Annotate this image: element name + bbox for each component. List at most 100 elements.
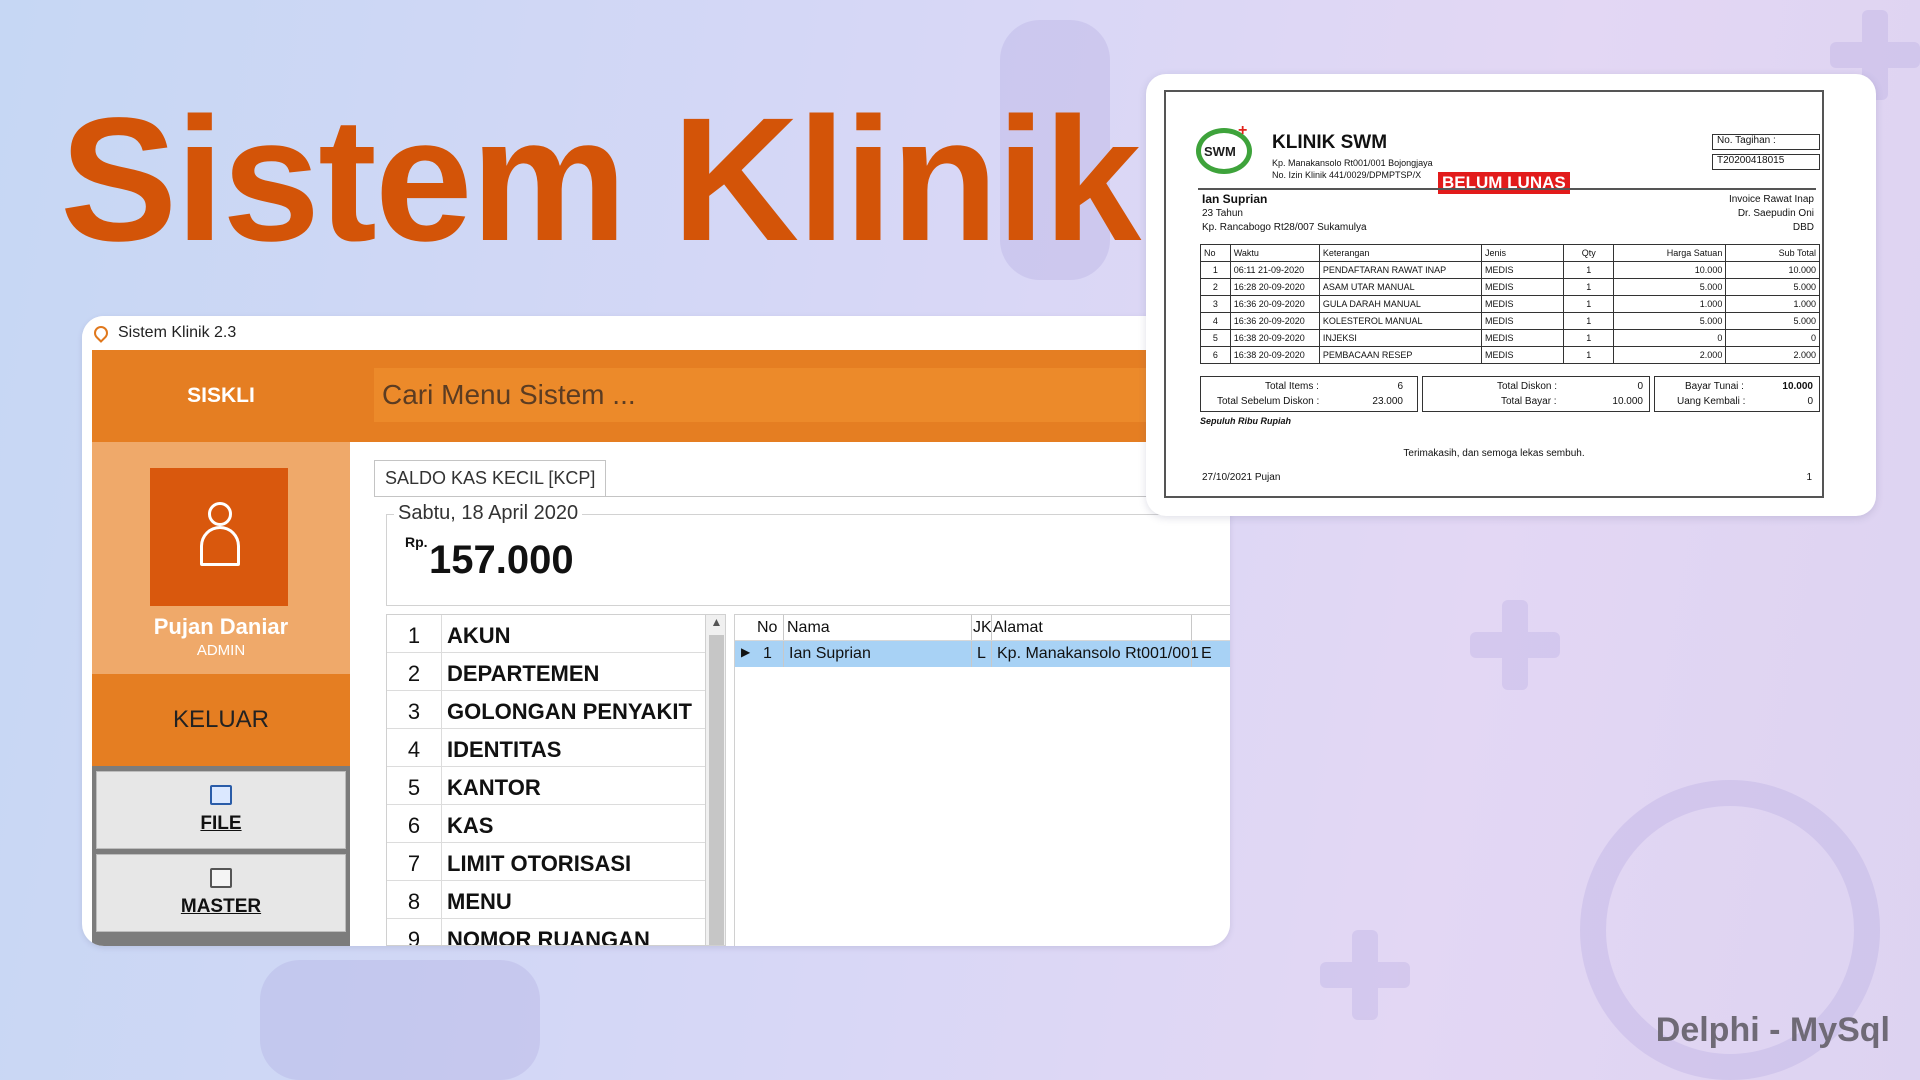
- summary-discount-box: Total Diskon : 0 Total Bayar : 10.000: [1422, 376, 1650, 412]
- table-row: 5 16:38 20-09-2020 INJEKSI MEDIS 1 0 0: [1200, 329, 1820, 347]
- cell: 1: [1200, 261, 1231, 279]
- list-item-label: IDENTITAS: [447, 737, 562, 762]
- grid-header-alamat[interactable]: Alamat: [993, 619, 1043, 637]
- list-item[interactable]: 1 AKUN: [387, 615, 725, 653]
- list-item-label: KANTOR: [447, 775, 541, 800]
- grid-header-nama[interactable]: Nama: [787, 619, 830, 637]
- cell: PENDAFTARAN RAWAT INAP: [1318, 261, 1482, 279]
- cell: 4: [1200, 312, 1231, 330]
- cell: 16:38 20-09-2020: [1229, 329, 1320, 347]
- list-scrollbar[interactable]: ▲: [705, 615, 725, 945]
- cell: 1: [1563, 312, 1615, 330]
- cell: 5.000: [1725, 278, 1820, 296]
- grid-cell-nama: Ian Suprian: [789, 645, 871, 662]
- menu-master-label: MASTER: [180, 896, 262, 917]
- patient-address: Kp. Rancabogo Rt28/007 Sukamulya: [1202, 222, 1367, 233]
- patient-name: Ian Suprian: [1202, 192, 1268, 206]
- cell: 1: [1563, 261, 1615, 279]
- cell: 5.000: [1725, 312, 1820, 330]
- cell: 5: [1200, 329, 1231, 347]
- tech-stack-label: Delphi - MySql: [1655, 1011, 1890, 1049]
- summary-value: 6: [1397, 381, 1403, 392]
- cell: MEDIS: [1480, 346, 1565, 364]
- list-item[interactable]: 4 IDENTITAS: [387, 729, 725, 767]
- cell: 3: [1200, 295, 1231, 313]
- summary-value: 10.000: [1782, 381, 1813, 392]
- saldo-date: Sabtu, 18 April 2020: [394, 502, 583, 525]
- table-row: 1 06:11 21-09-2020 PENDAFTARAN RAWAT INAP M…: [1200, 261, 1820, 279]
- row-selector-icon: ▶: [741, 645, 751, 659]
- list-item[interactable]: 8 MENU: [387, 881, 725, 919]
- table-row[interactable]: ▶ 1 Ian Suprian L Kp. Manakansolo Rt001/…: [735, 641, 1230, 667]
- list-item[interactable]: 2 DEPARTEMEN: [387, 653, 725, 691]
- user-profile: Pujan Daniar ADMIN: [92, 442, 350, 674]
- table-row: 3 16:36 20-09-2020 GULA DARAH MANUAL MEDIS 1…: [1200, 295, 1820, 313]
- clinic-logo-text: SWM: [1204, 144, 1236, 159]
- page-number: 1: [1806, 472, 1812, 483]
- list-item-no: 4: [407, 737, 421, 762]
- logout-button[interactable]: KELUAR: [92, 674, 350, 766]
- cell: PEMBACAAN RESEP: [1318, 346, 1482, 364]
- user-icon: [208, 502, 232, 526]
- list-item[interactable]: 7 LIMIT OTORISASI: [387, 843, 725, 881]
- background-capsule-icon: [260, 960, 540, 1080]
- search-bar: [350, 350, 1230, 442]
- summary-label: Total Diskon :: [1497, 381, 1558, 392]
- cell: MEDIS: [1480, 278, 1565, 296]
- bill-number-label: No. Tagihan :: [1712, 134, 1820, 150]
- cell: MEDIS: [1480, 312, 1565, 330]
- list-item[interactable]: 5 KANTOR: [387, 767, 725, 805]
- col-header: No: [1200, 244, 1231, 262]
- grid-header: No Nama JK Alamat: [735, 615, 1230, 641]
- table-row: 4 16:36 20-09-2020 KOLESTEROL MANUAL MEDIS 1…: [1200, 312, 1820, 330]
- scroll-up-icon[interactable]: ▲: [706, 615, 725, 635]
- cell: KOLESTEROL MANUAL: [1318, 312, 1482, 330]
- cell: 10.000: [1613, 261, 1727, 279]
- brand-label: SISKLI: [92, 350, 350, 442]
- summary-value: 10.000: [1612, 396, 1643, 407]
- patient-age: 23 Tahun: [1202, 208, 1243, 219]
- avatar[interactable]: [150, 468, 288, 606]
- sidebar: SISKLI Pujan Daniar ADMIN KELUAR FILE MA…: [92, 350, 350, 946]
- clinic-name: KLINIK SWM: [1272, 132, 1388, 153]
- cell: 0: [1613, 329, 1727, 347]
- cell: 16:36 20-09-2020: [1229, 295, 1320, 313]
- bill-number-value: T20200418015: [1712, 154, 1820, 170]
- cell: MEDIS: [1480, 295, 1565, 313]
- list-item[interactable]: 9 NOMOR RUANGAN: [387, 919, 725, 945]
- cell: 06:11 21-09-2020: [1229, 261, 1320, 279]
- document-icon: [210, 868, 232, 888]
- summary-payment-box: Bayar Tunai : 10.000 Uang Kembali : 0: [1654, 376, 1820, 412]
- header-divider: [1198, 188, 1816, 190]
- list-item[interactable]: 3 GOLONGAN PENYAKIT: [387, 691, 725, 729]
- menu-search-input[interactable]: [374, 368, 1210, 422]
- list-item-no: 3: [407, 699, 421, 724]
- grid-cell-extra: E: [1201, 645, 1212, 662]
- tab-divider: [374, 496, 1230, 497]
- menu-master-button[interactable]: MASTER: [96, 854, 346, 932]
- scroll-thumb[interactable]: [709, 635, 724, 945]
- cell: 1: [1563, 278, 1615, 296]
- col-header: Sub Total: [1725, 244, 1820, 262]
- table-row: 2 16:28 20-09-2020 ASAM UTAR MANUAL MEDIS 1 5…: [1200, 278, 1820, 296]
- cell: 10.000: [1725, 261, 1820, 279]
- grid-header-no[interactable]: No: [757, 619, 777, 637]
- list-item[interactable]: 6 KAS: [387, 805, 725, 843]
- list-item-no: 5: [407, 775, 421, 800]
- user-body-icon: [200, 526, 240, 566]
- tab-saldo-kas-kecil[interactable]: SALDO KAS KECIL [KCP]: [374, 460, 607, 496]
- master-code-list[interactable]: 1 AKUN 2 DEPARTEMEN 3 GOLONGAN PENYAKIT 4 ID…: [386, 614, 726, 946]
- grid-header-jk[interactable]: JK: [973, 619, 992, 637]
- app-logo-icon: [91, 323, 111, 343]
- invoice-preview-frame: SWM + KLINIK SWM Kp. Manakansolo Rt001/0…: [1146, 74, 1876, 516]
- cell: ASAM UTAR MANUAL: [1318, 278, 1482, 296]
- amount-in-words: Sepuluh Ribu Rupiah: [1200, 416, 1291, 426]
- summary-label: Bayar Tunai :: [1685, 381, 1744, 392]
- menu-file-button[interactable]: FILE: [96, 771, 346, 849]
- summary-label: Total Items :: [1265, 381, 1319, 392]
- cell: 0: [1725, 329, 1820, 347]
- hero-title: Sistem Klinik: [60, 82, 1141, 278]
- cell: 1.000: [1613, 295, 1727, 313]
- grid-cell-no: 1: [763, 645, 772, 662]
- summary-value: 23.000: [1372, 396, 1403, 407]
